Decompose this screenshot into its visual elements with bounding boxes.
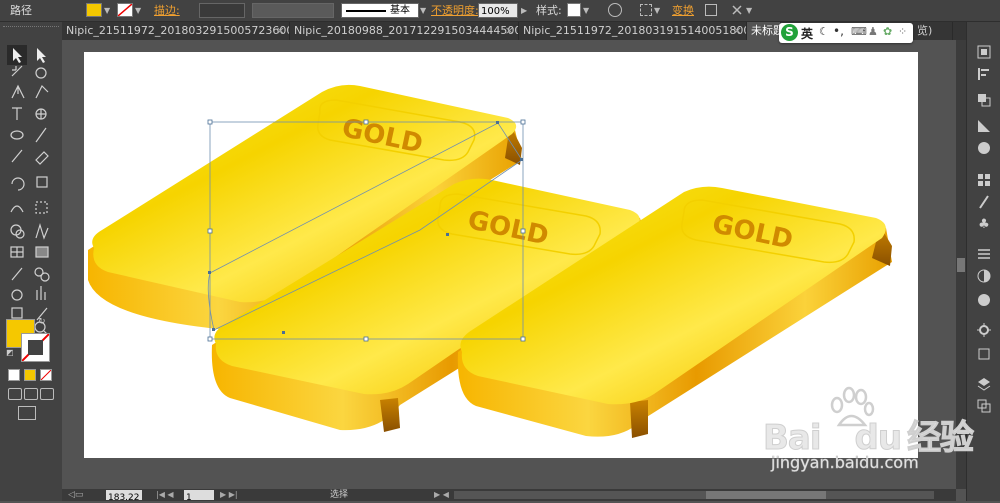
opacity-label[interactable]: 不透明度: <box>431 0 479 21</box>
symbols-panel-icon[interactable]: ♣ <box>976 216 992 232</box>
tab-document-active[interactable]: 未标题 <box>747 22 781 40</box>
brushes-panel-icon[interactable] <box>976 194 992 210</box>
stroke-profile-label: 基本 <box>390 5 410 16</box>
zoom-field[interactable]: 183.22 <box>106 490 142 503</box>
appearance-panel-icon[interactable] <box>976 292 992 308</box>
artboards-panel-icon[interactable] <box>976 346 992 362</box>
graphic-style-swatch[interactable] <box>567 3 581 17</box>
opacity-value: 100% <box>481 6 510 17</box>
screen-mode-icon[interactable] <box>18 406 36 420</box>
swap-colors-icon[interactable]: ↻ <box>38 317 46 327</box>
current-tool-status: 选择 <box>330 490 349 500</box>
align-panel-icon[interactable] <box>976 66 992 82</box>
menu-grid-icon[interactable]: ⁘ <box>898 25 907 38</box>
keyboard-icon[interactable]: ⌨ <box>851 25 867 38</box>
prev-artboard-icon[interactable]: |◀ ◀ <box>156 489 174 501</box>
tab-document-1[interactable]: Nipic_21511972_20180329150057236000.ai* … <box>62 22 290 40</box>
artboard-nav-icon[interactable]: ◁▭ <box>68 489 83 501</box>
status-bar: ◁▭ 183.22 |◀ ◀ 1 ▶ ▶| 选择 ▶ ◀ <box>62 489 956 503</box>
align-dropdown-icon[interactable]: ▼ <box>654 0 660 21</box>
style-label: 样式: <box>536 4 562 17</box>
tools-panel: ↻ ◩ <box>0 22 62 501</box>
color-guide-icon[interactable] <box>976 140 992 156</box>
ime-logo: S <box>781 24 798 41</box>
layers-panel-icon[interactable] <box>976 376 992 392</box>
tab-document-3[interactable]: Nipic_21511972_20180319151400518000.ai* … <box>519 22 747 40</box>
links-panel-icon[interactable] <box>976 398 992 414</box>
scroll-thumb[interactable] <box>957 258 965 272</box>
recolor-artwork-icon[interactable] <box>608 3 622 17</box>
tab-label: Nipic_21511972_20180319151400518000.ai* <box>523 24 747 37</box>
tab-label: 览) <box>917 24 933 37</box>
align-icon[interactable] <box>640 4 652 16</box>
stroke-dropdown-icon[interactable]: ▼ <box>135 0 141 21</box>
fill-dropdown-icon[interactable]: ▼ <box>104 0 110 21</box>
watermark-brand-2: du <box>854 418 903 459</box>
opacity-input[interactable]: 100% <box>478 3 518 18</box>
draw-normal-icon[interactable] <box>8 388 22 400</box>
control-bar: 路径 ▼ ▼ 描边: 基本 ▼ 不透明度: 100% ▶ 样式: ▼ ▼ 变换 … <box>0 0 1000 22</box>
style-dropdown-icon[interactable]: ▼ <box>583 0 589 21</box>
stroke-panel-icon[interactable] <box>976 246 992 262</box>
user-icon[interactable]: ♟ <box>868 25 878 38</box>
horizontal-scrollbar[interactable] <box>454 491 934 499</box>
profile-dropdown-icon[interactable]: ▼ <box>420 0 426 21</box>
zoom-value: 183.22 <box>108 493 140 503</box>
none-mode-icon[interactable] <box>40 369 52 381</box>
stroke-color-box[interactable] <box>21 333 50 362</box>
tab-label: Nipic_21511972_20180329150057236000.ai* <box>66 24 290 37</box>
gradient-panel-icon[interactable] <box>976 118 992 134</box>
swatches-panel-icon[interactable] <box>976 172 992 188</box>
tab-document-preview[interactable]: 览) <box>913 22 953 40</box>
isolate-object-icon[interactable] <box>705 4 717 16</box>
h-scroll-thumb[interactable] <box>706 491 826 499</box>
opacity-dropdown-icon[interactable]: ▶ <box>521 0 527 21</box>
graphic-styles-icon[interactable] <box>976 322 992 338</box>
stroke-swatch[interactable] <box>117 3 133 17</box>
arrange-icon[interactable] <box>731 4 743 16</box>
next-artboard-icon[interactable]: ▶ ▶| <box>220 489 238 501</box>
status-menu-icon[interactable]: ▶ ◀ <box>434 489 449 501</box>
watermark-url: jingyan.baidu.com <box>771 453 919 473</box>
skin-icon[interactable]: ✿ <box>883 25 892 38</box>
close-icon[interactable]: × <box>505 22 514 40</box>
variable-width-profile[interactable] <box>252 3 334 18</box>
stroke-weight-field[interactable] <box>199 3 245 18</box>
ime-toolbar[interactable]: S 英 ☾ •, ⌨ ♟ ✿ ⁘ <box>779 23 913 43</box>
tab-label: Nipic_20180988_20171229150344445000.ai* <box>294 24 519 37</box>
ime-language[interactable]: 英 <box>801 25 813 42</box>
tools-icons <box>7 45 50 338</box>
tab-label: 未标题 <box>751 24 781 37</box>
gradient-mode-icon[interactable] <box>24 369 36 381</box>
punctuation-icon[interactable]: •, <box>833 24 844 38</box>
watermark-brand: Bai <box>763 418 822 459</box>
fill-swatch[interactable] <box>86 3 102 17</box>
color-mode-icon[interactable] <box>8 369 20 381</box>
brush-definition-field[interactable]: 基本 <box>341 3 419 18</box>
moon-icon[interactable]: ☾ <box>819 25 829 38</box>
transparency-panel-icon[interactable] <box>976 268 992 284</box>
stroke-label[interactable]: 描边: <box>154 0 180 21</box>
close-icon[interactable]: × <box>733 22 742 40</box>
artboard-number-field[interactable]: 1 <box>184 490 214 503</box>
draw-inside-icon[interactable] <box>40 388 54 400</box>
selection-type-label: 路径 <box>10 4 32 17</box>
tab-document-2[interactable]: Nipic_20180988_20171229150344445000.ai* … <box>290 22 519 40</box>
default-colors-icon[interactable]: ◩ <box>6 348 14 357</box>
artboard-number: 1 <box>186 493 192 503</box>
color-panel-icon[interactable] <box>976 44 992 60</box>
draw-behind-icon[interactable] <box>24 388 38 400</box>
artboard[interactable]: GOLD GOLD GOLD <box>84 52 918 458</box>
arrange-dropdown-icon[interactable]: ▼ <box>746 0 752 21</box>
pathfinder-panel-icon[interactable] <box>976 92 992 108</box>
gold-bars-artwork: GOLD GOLD GOLD <box>88 84 892 438</box>
transform-label[interactable]: 变换 <box>672 0 694 21</box>
close-icon[interactable]: × <box>276 22 285 40</box>
watermark-suffix: 经验 <box>907 418 975 459</box>
